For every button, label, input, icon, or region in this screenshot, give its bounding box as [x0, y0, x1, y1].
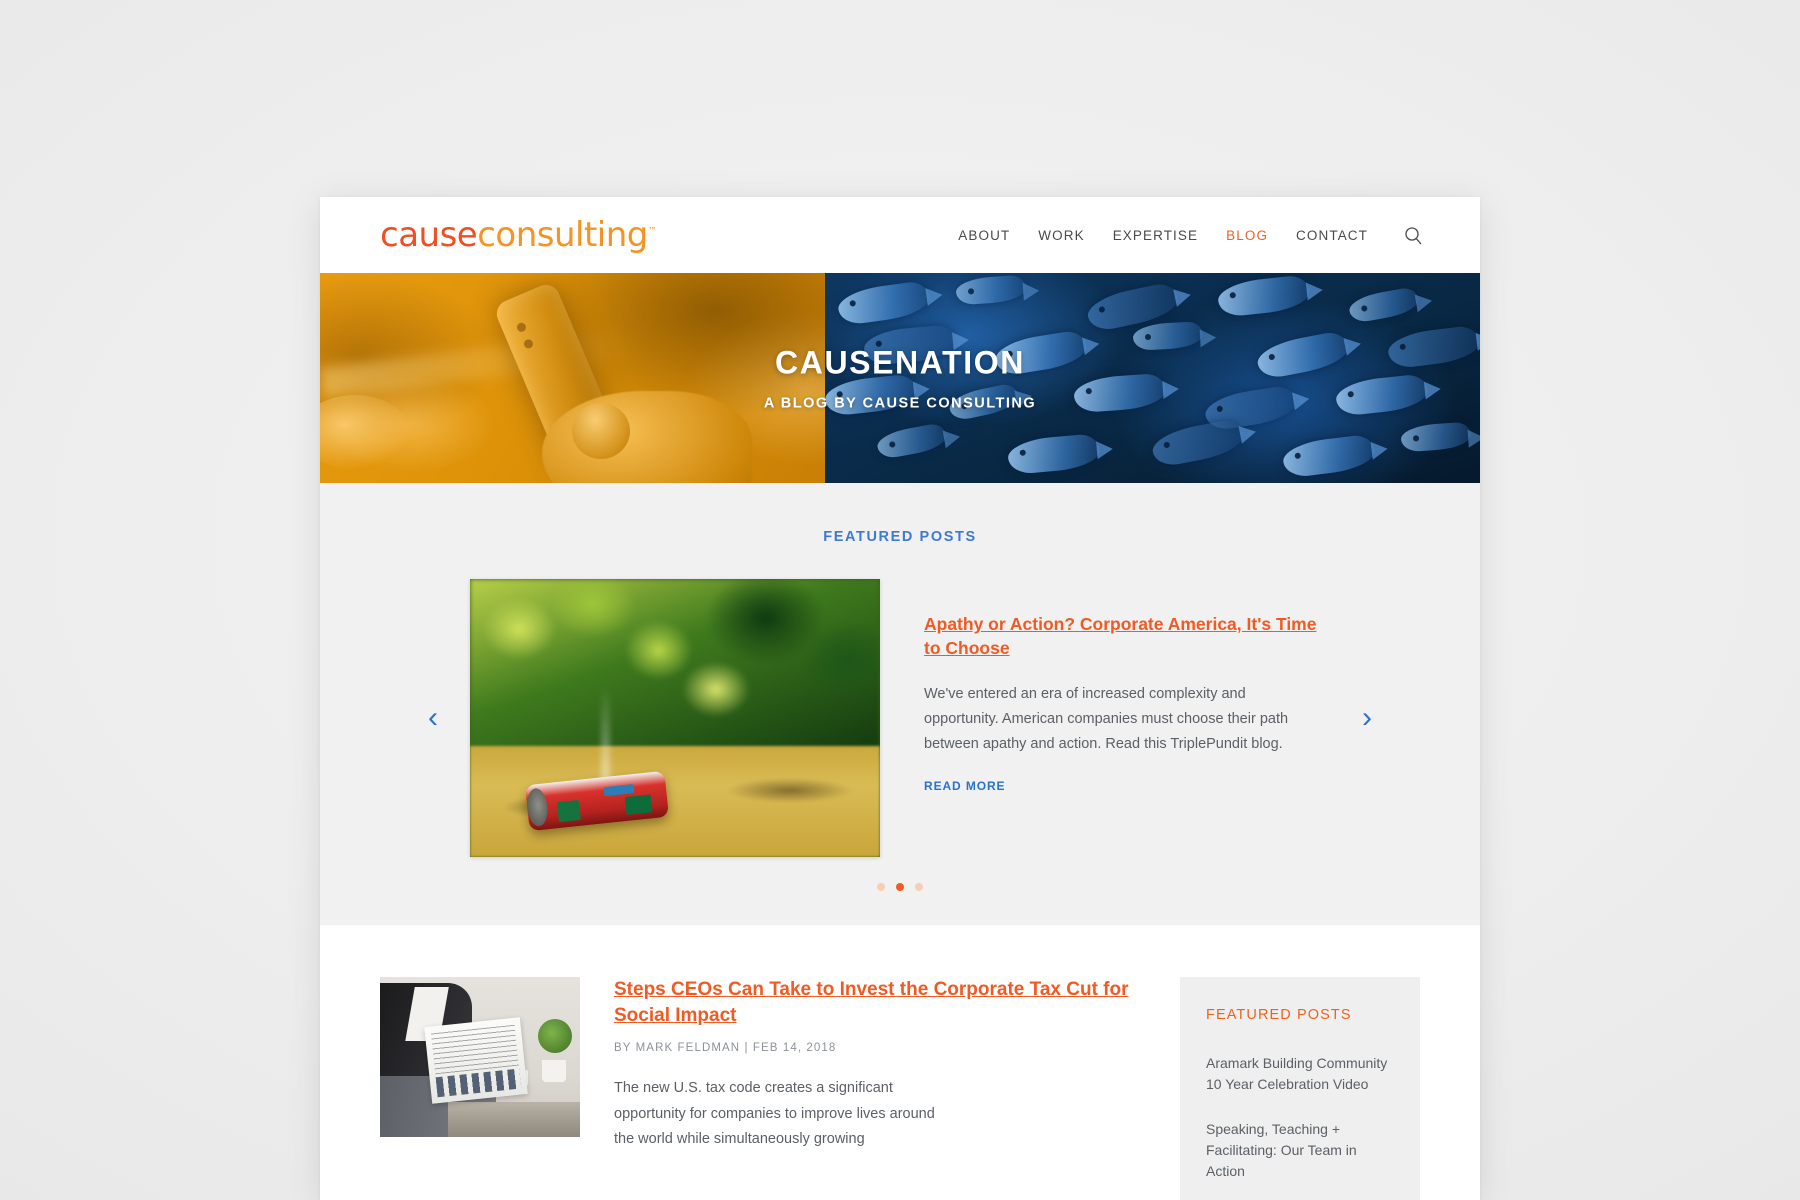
carousel-track: ‹ Apathy or Action? Corporate America, I… — [320, 579, 1480, 857]
hero-banner: CAUSENATION A BLOG BY CAUSE CONSULTING — [320, 273, 1480, 483]
carousel-dots — [320, 883, 1480, 891]
fish-shape — [1216, 274, 1312, 319]
post-excerpt: The new U.S. tax code creates a signific… — [614, 1080, 935, 1148]
nav-item-contact[interactable]: CONTACT — [1296, 228, 1368, 243]
fish-shape — [1400, 421, 1473, 453]
fish-shape — [1386, 324, 1480, 370]
fish-shape — [1072, 372, 1167, 414]
fish-shape — [875, 422, 949, 461]
carousel-next-arrow-icon[interactable]: › — [1352, 703, 1382, 733]
carousel-dot-1[interactable] — [877, 883, 885, 891]
fish-shape — [992, 329, 1090, 377]
fish-shape — [1334, 373, 1430, 417]
logo-trademark: ™ — [647, 226, 657, 237]
logo-text-consulting: consulting — [477, 215, 648, 255]
website-viewport: causeconsulting™ ABOUT WORK EXPERTISE BL… — [320, 197, 1480, 1200]
fish-shape — [824, 373, 919, 417]
sidebar: FEATURED POSTS Aramark Building Communit… — [1180, 977, 1420, 1200]
thumb-plant — [538, 1018, 572, 1053]
fish-shape — [1347, 286, 1421, 324]
sidebar-post-list: Aramark Building Community 10 Year Celeb… — [1206, 1053, 1394, 1182]
search-icon[interactable] — [1402, 224, 1424, 246]
featured-posts-carousel: FEATURED POSTS ‹ Apathy or Action? Corpo… — [320, 483, 1480, 925]
carousel-slide-image[interactable] — [470, 579, 880, 857]
nav-item-work[interactable]: WORK — [1038, 228, 1084, 243]
sidebar-post-link-2[interactable]: Speaking, Teaching + Facilitating: Our T… — [1206, 1119, 1394, 1182]
site-header: causeconsulting™ ABOUT WORK EXPERTISE BL… — [320, 197, 1480, 273]
list-item: Speaking, Teaching + Facilitating: Our T… — [1206, 1119, 1394, 1182]
page-backdrop: causeconsulting™ ABOUT WORK EXPERTISE BL… — [0, 0, 1800, 1200]
thumb-desk — [448, 1101, 580, 1137]
fish-shape — [947, 381, 1022, 422]
thumb-plant-pot — [542, 1060, 566, 1083]
carousel-slide: Apathy or Action? Corporate America, It'… — [470, 579, 1330, 857]
sidebar-featured-posts-widget: FEATURED POSTS Aramark Building Communit… — [1180, 977, 1420, 1200]
nav-item-expertise[interactable]: EXPERTISE — [1113, 228, 1198, 243]
newspaper-columns — [430, 1023, 519, 1074]
carousel-slide-body: Apathy or Action? Corporate America, It'… — [924, 579, 1330, 795]
hero-image-left — [320, 273, 825, 483]
can-label-patch — [603, 783, 635, 796]
post-meta: BY MARK FELDMAN | FEB 14, 2018 — [614, 1042, 837, 1055]
carousel-slide-excerpt: We've entered an era of increased comple… — [924, 686, 1289, 753]
fish-shape — [835, 279, 932, 326]
nav-item-blog[interactable]: BLOG — [1226, 228, 1268, 243]
can-label-patch — [625, 794, 653, 815]
fish-shape — [1006, 432, 1102, 475]
fish-shape — [1149, 417, 1247, 469]
fish-shape — [862, 323, 958, 366]
site-logo[interactable]: causeconsulting™ — [380, 218, 657, 252]
carousel-prev-arrow-icon[interactable]: ‹ — [418, 703, 448, 733]
post-body: Steps CEOs Can Take to Invest the Corpor… — [614, 977, 1144, 1152]
hero-left-bokeh — [320, 394, 410, 469]
fish-shape — [954, 274, 1027, 306]
fish-shape — [1254, 329, 1352, 381]
read-more-link[interactable]: READ MORE — [924, 779, 1005, 793]
hero-image-right — [824, 273, 1480, 483]
featured-posts-heading: FEATURED POSTS — [823, 529, 977, 545]
post-item: Steps CEOs Can Take to Invest the Corpor… — [380, 977, 1144, 1152]
sidebar-post-link-1[interactable]: Aramark Building Community 10 Year Celeb… — [1206, 1053, 1394, 1095]
primary-nav: ABOUT WORK EXPERTISE BLOG CONTACT — [958, 224, 1424, 246]
fish-shape — [1131, 321, 1204, 352]
sidebar-widget-title: FEATURED POSTS — [1206, 1007, 1352, 1023]
blog-content: Steps CEOs Can Take to Invest the Corpor… — [320, 925, 1480, 1200]
nav-item-about[interactable]: ABOUT — [958, 228, 1010, 243]
post-title[interactable]: Steps CEOs Can Take to Invest the Corpor… — [614, 979, 1129, 1026]
post-list: Steps CEOs Can Take to Invest the Corpor… — [380, 977, 1144, 1200]
carousel-dot-3[interactable] — [915, 883, 923, 891]
can-label-patch — [557, 799, 582, 822]
post-thumbnail[interactable] — [380, 977, 580, 1137]
carousel-dot-2[interactable] — [896, 883, 904, 891]
logo-text-cause: cause — [380, 215, 478, 255]
thumb-newspaper — [424, 1016, 528, 1104]
fish-shape — [1281, 433, 1378, 479]
list-item: Aramark Building Community 10 Year Celeb… — [1206, 1053, 1394, 1095]
slide-image-foliage — [470, 579, 880, 757]
carousel-slide-title[interactable]: Apathy or Action? Corporate America, It'… — [924, 614, 1316, 658]
can-rim — [525, 786, 550, 827]
